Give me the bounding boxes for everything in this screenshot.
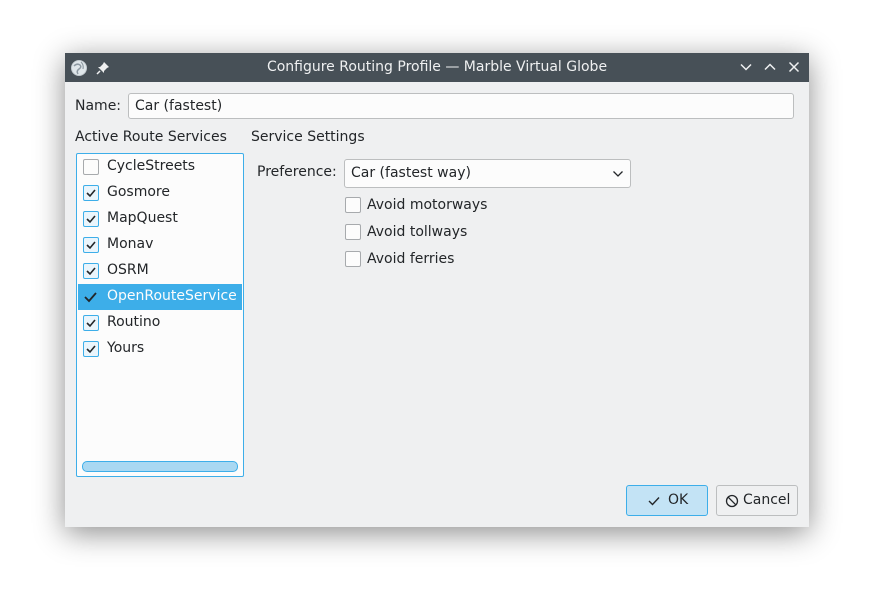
checkmark-icon[interactable]: [83, 289, 99, 305]
service-settings-heading: Service Settings: [251, 129, 365, 145]
avoid-tollways-checkbox[interactable]: [345, 224, 361, 240]
name-input[interactable]: [128, 93, 794, 119]
avoid-ferries-label: Avoid ferries: [367, 251, 455, 267]
checkbox-checked[interactable]: [83, 237, 99, 253]
checkbox-checked[interactable]: [83, 263, 99, 279]
ok-button[interactable]: OK: [626, 485, 708, 516]
checkmark-icon: [647, 494, 661, 508]
active-route-services-heading: Active Route Services: [75, 129, 227, 145]
preference-label: Preference:: [257, 164, 337, 180]
checkbox-checked[interactable]: [83, 211, 99, 227]
cancel-icon: [725, 494, 739, 508]
avoid-tollways-label: Avoid tollways: [367, 224, 468, 240]
service-label: Monav: [107, 236, 154, 252]
checkbox-checked[interactable]: [83, 315, 99, 331]
service-label: Yours: [107, 340, 145, 356]
preference-dropdown[interactable]: Car (fastest way): [344, 159, 631, 188]
checkbox-unchecked[interactable]: [83, 159, 99, 175]
configure-routing-dialog: Configure Routing Profile — Marble Virtu…: [65, 53, 809, 527]
service-item-monav[interactable]: Monav: [78, 232, 242, 258]
checkbox-checked[interactable]: [83, 341, 99, 357]
service-label: MapQuest: [107, 210, 178, 226]
minimize-icon[interactable]: [738, 59, 754, 75]
service-item-mapquest[interactable]: MapQuest: [78, 206, 242, 232]
service-item-yours[interactable]: Yours: [78, 336, 242, 362]
service-item-routino[interactable]: Routino: [78, 310, 242, 336]
checkbox-checked[interactable]: [83, 185, 99, 201]
avoid-motorways-label: Avoid motorways: [367, 197, 488, 213]
horizontal-scrollbar[interactable]: [82, 461, 238, 472]
name-label: Name:: [75, 98, 122, 114]
avoid-motorways-checkbox[interactable]: [345, 197, 361, 213]
chevron-down-icon: [612, 168, 624, 180]
service-label: CycleStreets: [107, 158, 196, 174]
preference-value: Car (fastest way): [351, 165, 471, 181]
service-label: OpenRouteService: [107, 288, 237, 304]
window-title: Configure Routing Profile — Marble Virtu…: [266, 59, 608, 75]
maximize-icon[interactable]: [762, 59, 778, 75]
avoid-motorways-option[interactable]: Avoid motorways: [344, 196, 544, 216]
cancel-label: Cancel: [743, 492, 791, 508]
service-label: OSRM: [107, 262, 149, 278]
service-label: Routino: [107, 314, 161, 330]
service-item-openrouteservice[interactable]: OpenRouteService: [78, 284, 242, 310]
cancel-button[interactable]: Cancel: [716, 485, 798, 516]
route-services-list[interactable]: CycleStreets Gosmore MapQuest Monav OSRM: [76, 153, 244, 477]
title-bar[interactable]: Configure Routing Profile — Marble Virtu…: [65, 53, 809, 82]
avoid-ferries-checkbox[interactable]: [345, 251, 361, 267]
service-item-osrm[interactable]: OSRM: [78, 258, 242, 284]
service-item-gosmore[interactable]: Gosmore: [78, 180, 242, 206]
ok-label: OK: [668, 492, 689, 508]
service-item-cyclestreets[interactable]: CycleStreets: [78, 154, 242, 180]
avoid-tollways-option[interactable]: Avoid tollways: [344, 223, 544, 243]
avoid-ferries-option[interactable]: Avoid ferries: [344, 250, 544, 270]
close-icon[interactable]: [786, 59, 802, 75]
service-label: Gosmore: [107, 184, 170, 200]
